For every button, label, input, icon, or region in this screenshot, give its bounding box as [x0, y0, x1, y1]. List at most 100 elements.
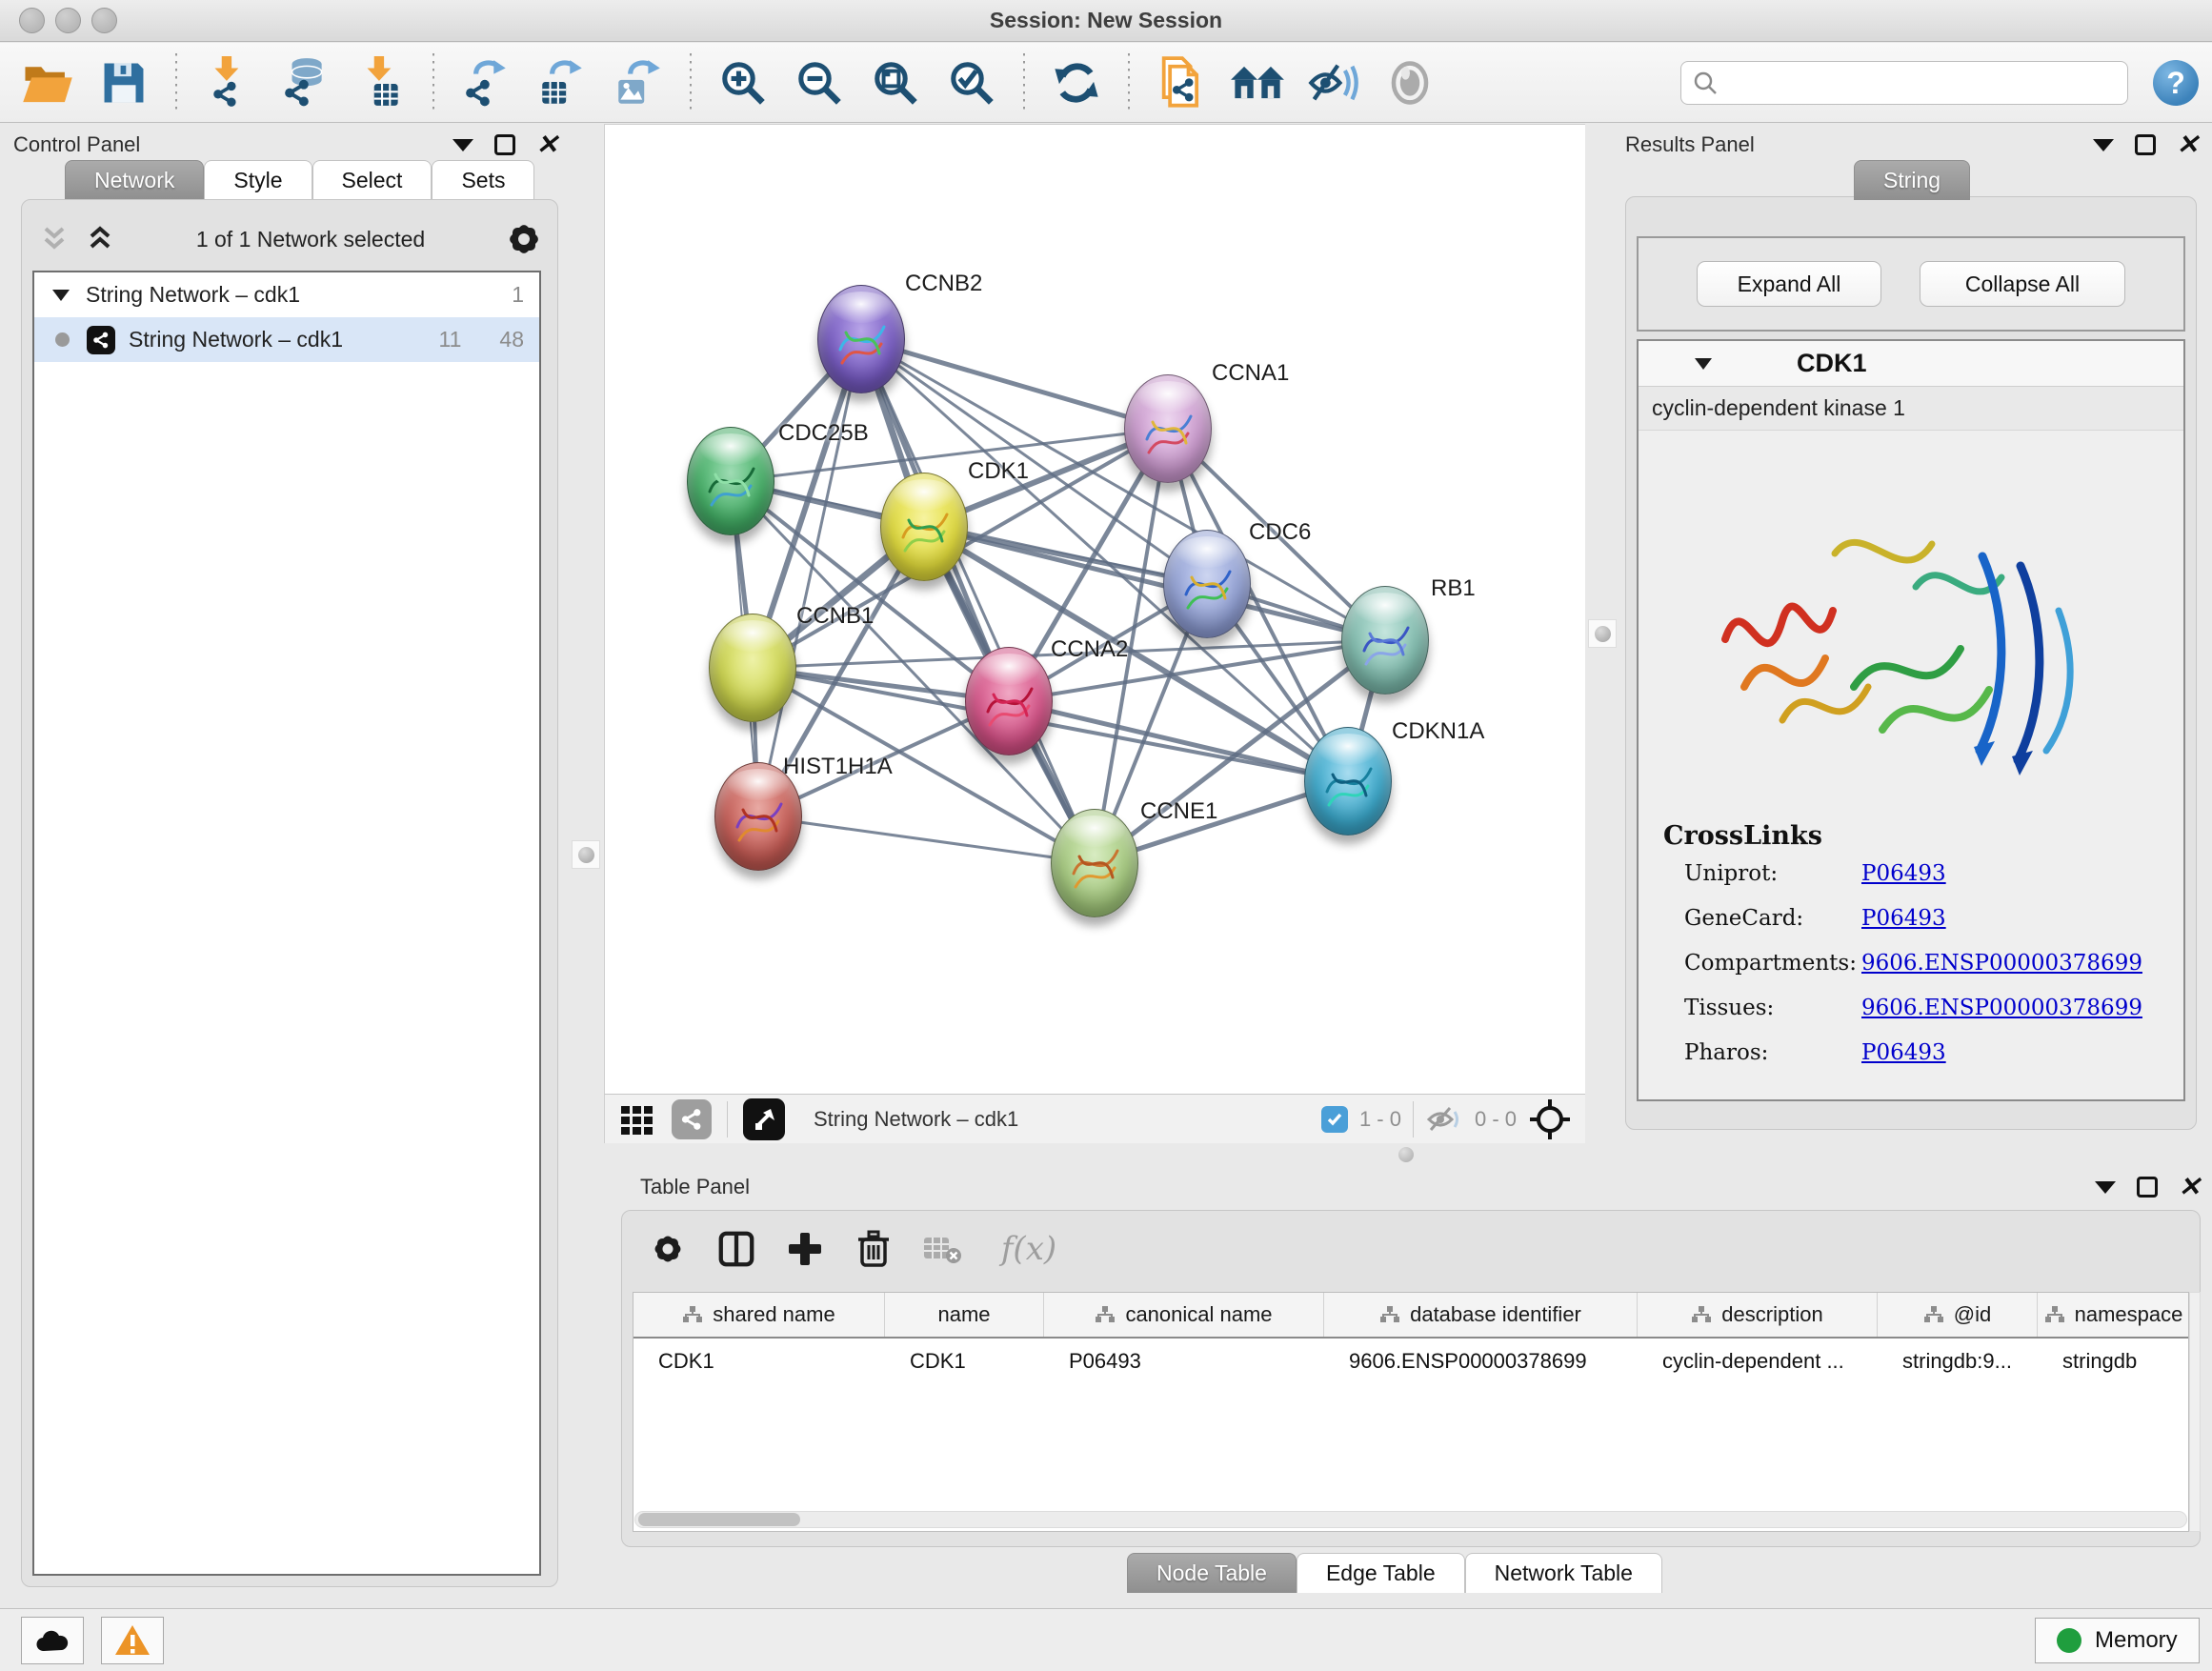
- left-splitter-handle[interactable]: [572, 840, 600, 869]
- show-columns-button[interactable]: [709, 1223, 764, 1275]
- network-node-cdc6[interactable]: [1163, 530, 1251, 638]
- show-graphics-button[interactable]: [1376, 50, 1444, 115]
- save-session-button[interactable]: [90, 50, 158, 115]
- network-canvas[interactable]: CCNB2 CCNA1 CDC25B CDK1 CDC6 RB1CCNB1: [604, 124, 1585, 1094]
- crosslink-link[interactable]: 9606.ENSP00000378699: [1861, 951, 2142, 976]
- network-node-ccnb2[interactable]: [817, 285, 905, 393]
- table-panel-close-icon[interactable]: ✕: [2179, 1177, 2201, 1198]
- section-collapse-icon[interactable]: [1692, 352, 1715, 375]
- export-table-button[interactable]: [528, 50, 596, 115]
- table-cell[interactable]: 9606.ENSP00000378699: [1324, 1339, 1638, 1383]
- crosslink-link[interactable]: P06493: [1861, 861, 1946, 886]
- network-node-rb1[interactable]: [1341, 586, 1429, 695]
- table-panel-float-icon[interactable]: [2137, 1177, 2158, 1198]
- export-image-button[interactable]: [604, 50, 673, 115]
- hide-unhide-button[interactable]: [1299, 50, 1368, 115]
- grid-mode-icon[interactable]: [618, 1100, 656, 1138]
- tab-network-table[interactable]: Network Table: [1465, 1553, 1662, 1593]
- table-cell[interactable]: CDK1: [633, 1339, 885, 1383]
- search-box[interactable]: [1680, 61, 2128, 105]
- delete-table-button[interactable]: [915, 1223, 970, 1275]
- export-network-button[interactable]: [452, 50, 520, 115]
- column-header-shared-name[interactable]: shared name: [633, 1293, 885, 1337]
- function-builder-button[interactable]: f(x): [983, 1223, 1075, 1275]
- zoom-selected-button[interactable]: [937, 50, 1006, 115]
- warning-button[interactable]: [101, 1617, 164, 1664]
- copy-style-button[interactable]: [1147, 50, 1216, 115]
- right-splitter-handle[interactable]: [1588, 619, 1617, 648]
- network-node-cdkn1a[interactable]: [1304, 727, 1392, 836]
- import-network-database-button[interactable]: [271, 50, 339, 115]
- table-panel-menu-icon[interactable]: [2095, 1181, 2116, 1194]
- search-input[interactable]: [1718, 70, 2116, 95]
- zoom-out-button[interactable]: [785, 50, 854, 115]
- network-node-cdc25b[interactable]: [687, 427, 774, 535]
- network-node-ccne1[interactable]: [1051, 809, 1138, 917]
- network-node-ccna1[interactable]: [1124, 374, 1212, 483]
- tab-network[interactable]: Network: [65, 160, 204, 200]
- network-node-cdk1[interactable]: [880, 473, 968, 581]
- network-tree-root-row[interactable]: String Network – cdk1 1: [34, 272, 539, 317]
- birdseye-crosshair-icon[interactable]: [1528, 1097, 1572, 1141]
- table-settings-button[interactable]: [640, 1223, 695, 1275]
- tab-select[interactable]: Select: [312, 160, 432, 200]
- memory-button[interactable]: Memory: [2035, 1618, 2200, 1663]
- control-panel-close-icon[interactable]: ✕: [536, 134, 558, 155]
- expand-all-button[interactable]: Expand All: [1697, 261, 1881, 307]
- collapse-all-icon[interactable]: [38, 223, 70, 255]
- zoom-fit-button[interactable]: [861, 50, 930, 115]
- gear-icon[interactable]: [505, 220, 543, 258]
- column-header-canonical-name[interactable]: canonical name: [1044, 1293, 1324, 1337]
- control-panel-menu-icon[interactable]: [452, 139, 473, 151]
- results-panel-close-icon[interactable]: ✕: [2177, 134, 2199, 155]
- cdk1-section-header[interactable]: CDK1: [1639, 341, 2183, 387]
- import-network-file-button[interactable]: [194, 50, 263, 115]
- results-panel-menu-icon[interactable]: [2093, 139, 2114, 151]
- expand-all-icon[interactable]: [84, 223, 116, 255]
- table-cell[interactable]: stringdb:9...: [1878, 1339, 2038, 1383]
- column-header-name[interactable]: name: [885, 1293, 1044, 1337]
- open-session-button[interactable]: [13, 50, 82, 115]
- network-node-ccnb1[interactable]: [709, 614, 796, 722]
- table-cell[interactable]: P06493: [1044, 1339, 1324, 1383]
- column-header-description[interactable]: description: [1638, 1293, 1878, 1337]
- apply-layout-button[interactable]: [1042, 50, 1111, 115]
- selected-checkbox-icon[interactable]: [1321, 1106, 1348, 1133]
- tab-string[interactable]: String: [1854, 160, 1970, 200]
- crosslink-link[interactable]: 9606.ENSP00000378699: [1861, 996, 2142, 1020]
- node-label-ccnb1: CCNB1: [796, 603, 874, 630]
- tree-expand-icon[interactable]: [50, 284, 72, 307]
- network-view-icon[interactable]: [672, 1099, 712, 1139]
- detach-view-icon[interactable]: [743, 1098, 785, 1140]
- table-horizontal-scrollbar[interactable]: [634, 1511, 2187, 1528]
- delete-column-button[interactable]: [846, 1223, 901, 1275]
- results-panel-float-icon[interactable]: [2135, 134, 2156, 155]
- tab-edge-table[interactable]: Edge Table: [1297, 1553, 1465, 1593]
- crosslink-link[interactable]: P06493: [1861, 906, 1946, 931]
- tab-node-table[interactable]: Node Table: [1127, 1553, 1297, 1593]
- zoom-in-button[interactable]: [709, 50, 777, 115]
- help-button[interactable]: ?: [2153, 60, 2199, 106]
- tab-style[interactable]: Style: [204, 160, 312, 200]
- tab-sets[interactable]: Sets: [432, 160, 534, 200]
- column-header--id[interactable]: @id: [1878, 1293, 2038, 1337]
- import-table-file-button[interactable]: [347, 50, 415, 115]
- column-header-namespace[interactable]: namespace: [2038, 1293, 2189, 1337]
- column-header-database-identifier[interactable]: database identifier: [1324, 1293, 1638, 1337]
- hidden-counts: 0 - 0: [1475, 1107, 1517, 1132]
- control-panel-float-icon[interactable]: [494, 134, 515, 155]
- add-column-button[interactable]: [777, 1223, 833, 1275]
- crosslink-link[interactable]: P06493: [1861, 1040, 1946, 1065]
- string-home-button[interactable]: [1223, 50, 1292, 115]
- bottom-splitter-handle[interactable]: [1398, 1147, 1414, 1162]
- node-table[interactable]: shared namenamecanonical namedatabase id…: [633, 1292, 2189, 1532]
- cloud-button[interactable]: [21, 1617, 84, 1664]
- table-cell[interactable]: CDK1: [885, 1339, 1044, 1383]
- table-cell[interactable]: cyclin-dependent ...: [1638, 1339, 1878, 1383]
- network-node-ccna2[interactable]: [965, 647, 1053, 755]
- network-tree-child-row[interactable]: String Network – cdk1 11 48: [34, 317, 539, 362]
- collapse-all-button[interactable]: Collapse All: [1920, 261, 2125, 307]
- table-vertical-scrollbar[interactable]: [2189, 1292, 2201, 1532]
- scrollbar-thumb[interactable]: [638, 1513, 800, 1526]
- table-cell[interactable]: stringdb: [2038, 1339, 2189, 1383]
